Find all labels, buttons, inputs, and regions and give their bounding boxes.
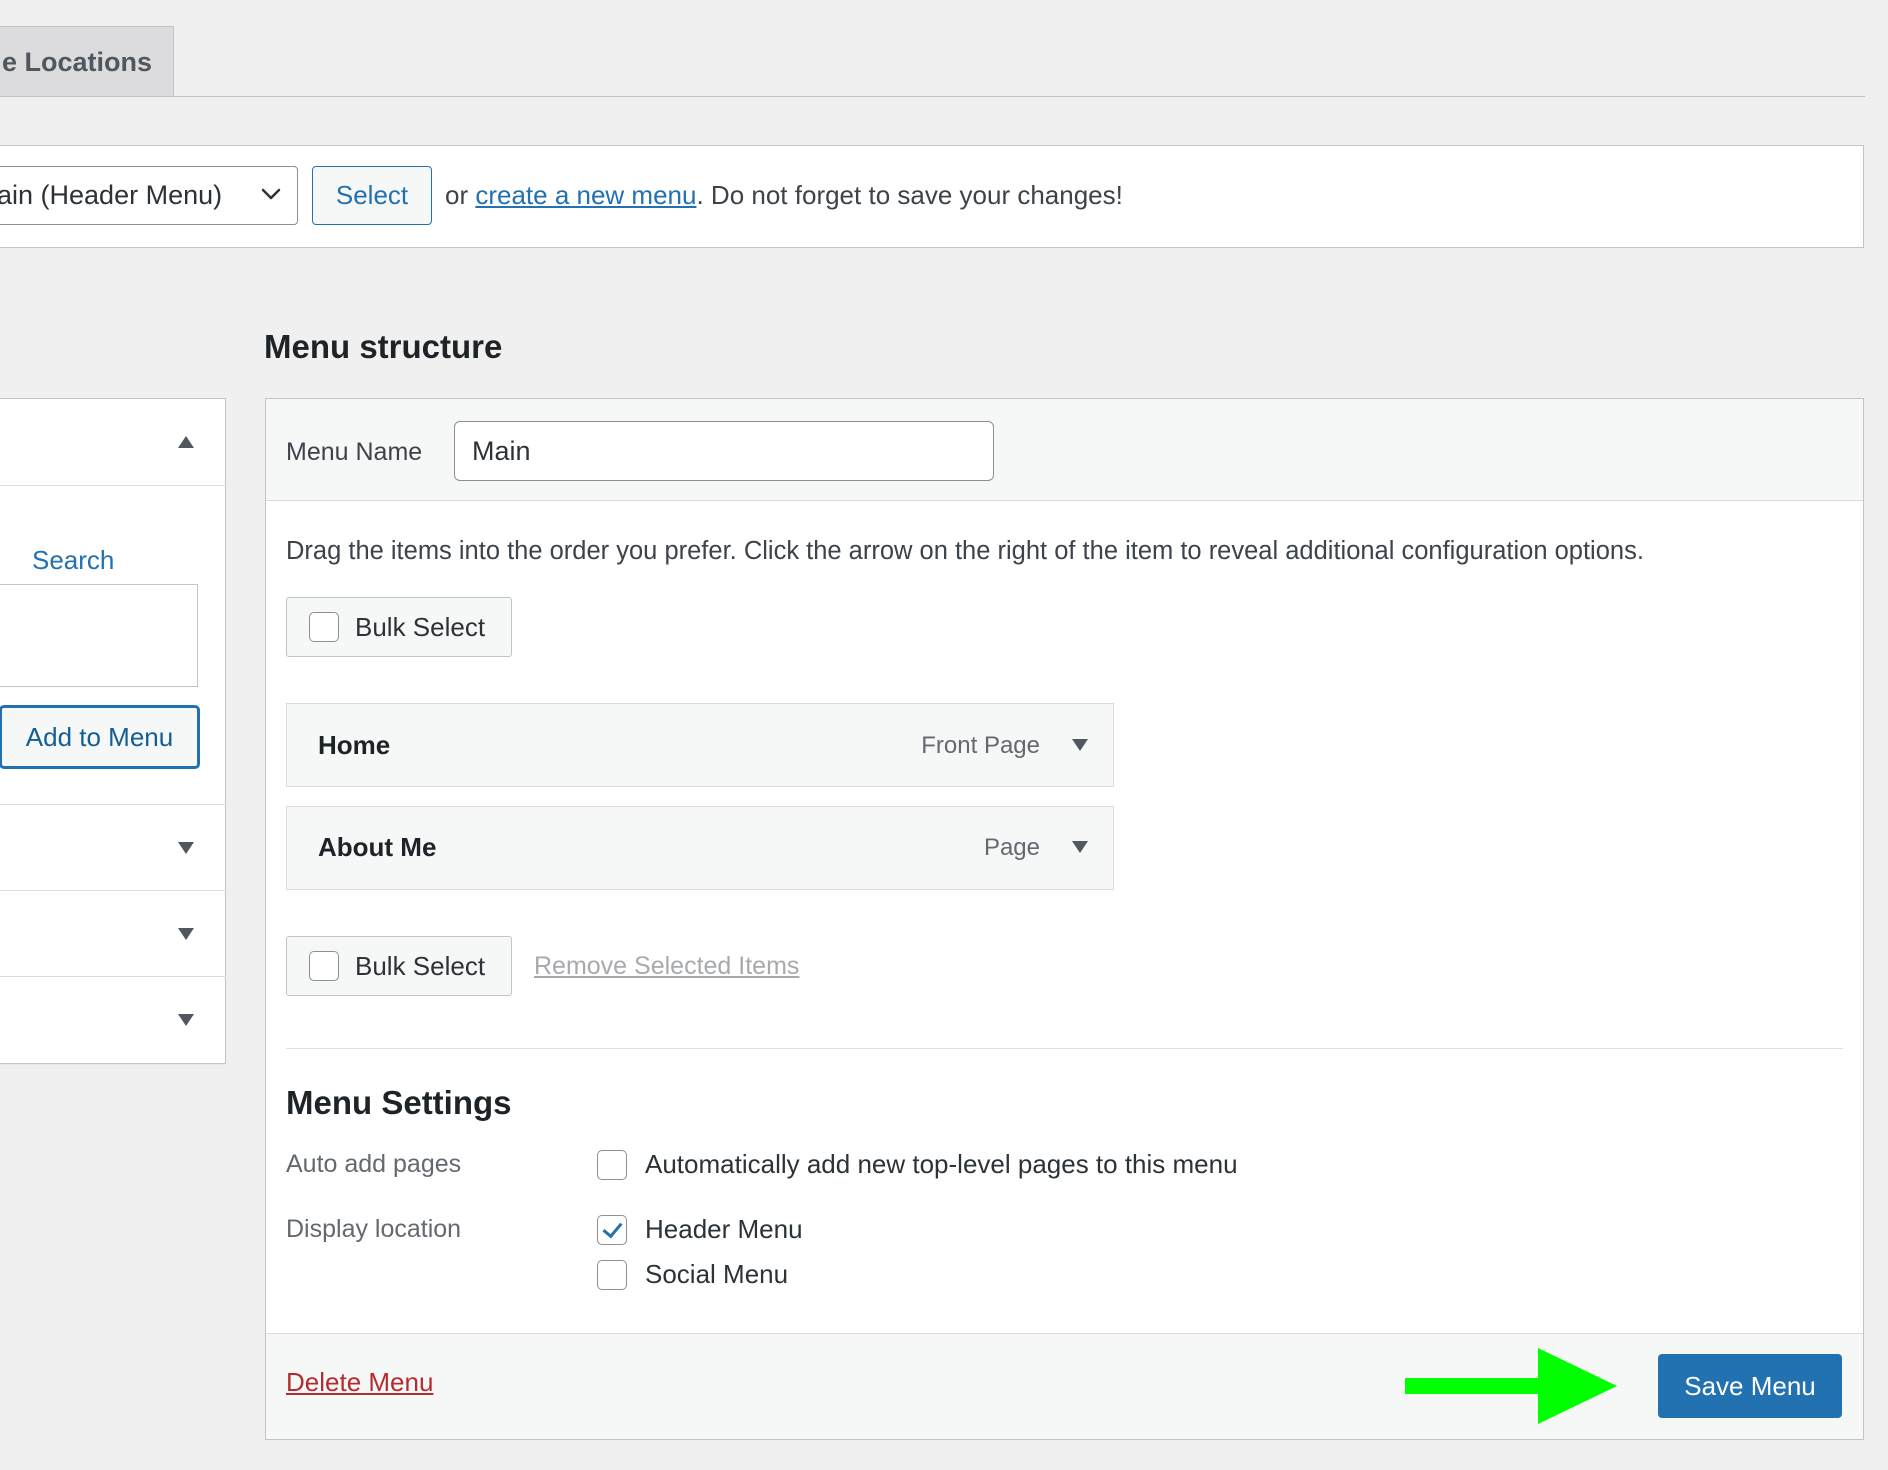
chevron-down-icon — [261, 188, 281, 200]
checkmark-icon[interactable] — [597, 1214, 627, 1245]
manage-menu-hint: or create a new menu. Do not forget to s… — [445, 180, 1123, 211]
triangle-up-icon[interactable] — [178, 436, 194, 448]
tab-manage-locations[interactable]: e Locations — [0, 26, 174, 97]
menu-settings-title: Menu Settings — [286, 1084, 512, 1121]
save-menu-button[interactable]: Save Menu — [1658, 1354, 1842, 1418]
delete-menu-link[interactable]: Delete Menu — [286, 1367, 433, 1398]
checkbox-icon[interactable] — [309, 951, 339, 981]
save-reminder-text: . Do not forget to save your changes! — [696, 180, 1123, 210]
menu-select-value: ain (Header Menu) — [0, 180, 223, 210]
location-header-menu[interactable]: Header Menu — [597, 1214, 803, 1245]
auto-add-pages-text: Automatically add new top-level pages to… — [645, 1149, 1238, 1179]
arrow-annotation-icon — [1405, 1348, 1617, 1424]
location-social-menu[interactable]: Social Menu — [597, 1259, 788, 1290]
triangle-down-icon[interactable] — [178, 1014, 194, 1026]
bulk-select-label: Bulk Select — [355, 611, 486, 642]
auto-add-pages-label: Auto add pages — [286, 1150, 462, 1178]
menu-footer — [266, 1333, 1863, 1439]
auto-add-pages-option[interactable]: Automatically add new top-level pages to… — [597, 1149, 1238, 1180]
menu-item-title: About Me — [318, 832, 437, 862]
search-results-box[interactable] — [0, 584, 198, 687]
checkbox-icon[interactable] — [597, 1259, 627, 1290]
menu-item-type: Page — [983, 834, 1040, 861]
bulk-select-toggle-top[interactable]: Bulk Select — [286, 597, 512, 657]
accordion-divider — [0, 890, 226, 891]
tab-divider — [0, 96, 1865, 97]
menu-item-type: Front Page — [921, 732, 1040, 759]
triangle-down-icon[interactable] — [178, 928, 194, 940]
search-tab-link[interactable]: Search — [32, 545, 114, 576]
checkbox-icon[interactable] — [309, 612, 339, 642]
remove-selected-items-link[interactable]: Remove Selected Items — [534, 952, 799, 981]
menu-select-dropdown[interactable]: ain (Header Menu) — [0, 166, 298, 225]
display-location-label: Display location — [286, 1215, 462, 1243]
triangle-down-icon[interactable] — [1072, 841, 1088, 853]
menu-name-label: Menu Name — [286, 438, 423, 466]
triangle-down-icon[interactable] — [1072, 739, 1088, 751]
select-menu-button[interactable]: Select — [312, 166, 432, 225]
add-to-menu-button[interactable]: Add to Menu — [0, 706, 199, 768]
bulk-select-label: Bulk Select — [355, 950, 486, 981]
menu-name-input[interactable]: Main — [454, 421, 994, 481]
or-text: or — [445, 180, 476, 210]
accordion-divider — [0, 804, 226, 805]
bulk-select-toggle-bottom[interactable]: Bulk Select — [286, 936, 512, 996]
drag-instructions: Drag the items into the order you prefer… — [286, 537, 1644, 565]
triangle-down-icon[interactable] — [178, 842, 194, 854]
settings-divider — [286, 1048, 1843, 1049]
location-label: Social Menu — [645, 1259, 789, 1289]
create-new-menu-link[interactable]: create a new menu — [475, 180, 696, 210]
menu-item-title: Home — [318, 730, 391, 760]
menu-structure-title: Menu structure — [264, 328, 503, 365]
location-label: Header Menu — [645, 1214, 803, 1244]
checkbox-icon[interactable] — [597, 1149, 627, 1180]
accordion-divider — [0, 976, 226, 977]
